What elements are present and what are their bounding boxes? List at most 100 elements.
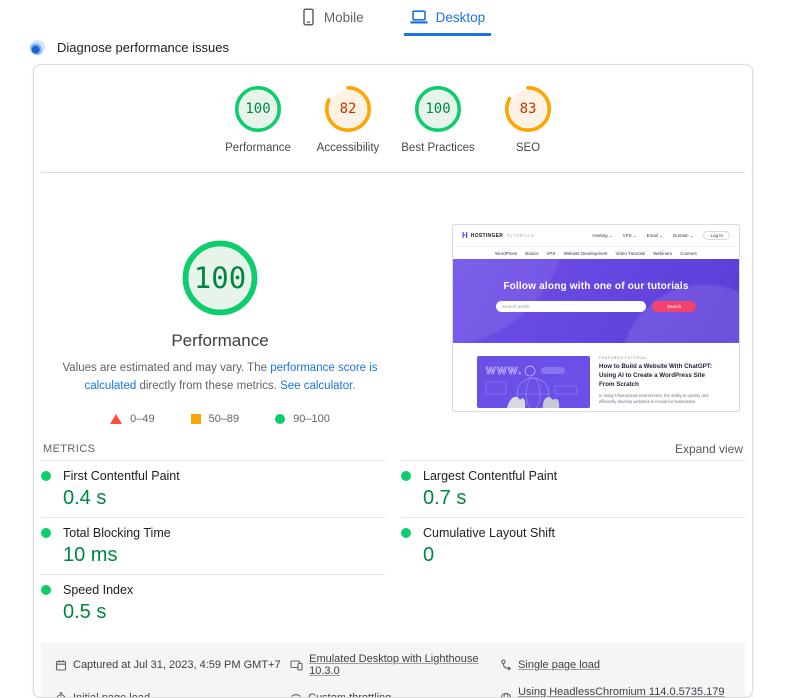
thumb-article-excerpt: In today's fast-paced environment, the a… <box>599 393 717 406</box>
score-best-practices[interactable]: 100 Best Practices <box>393 85 483 154</box>
performance-gauge: 100 <box>234 85 282 133</box>
metric-tbt-value: 10 ms <box>63 544 385 567</box>
metric-fcp-name: First Contentful Paint <box>63 469 180 483</box>
accessibility-gauge: 82 <box>324 85 372 133</box>
desc-text-2: directly from these metrics. <box>136 380 280 392</box>
summary-title: Performance <box>171 331 268 351</box>
accessibility-score-value: 82 <box>324 85 372 133</box>
thumb-subnav-item: Basics <box>525 251 538 256</box>
score-legend: 0–49 50–89 90–100 <box>110 413 330 425</box>
metrics-right-column: Largest Contentful Paint 0.7 s Cumulativ… <box>401 460 745 631</box>
mobile-phone-icon <box>301 8 316 26</box>
metrics-section-title: METRICS <box>43 443 95 455</box>
emulation-info: Emulated Desktop with Lighthouse 10.3.0 <box>290 653 500 677</box>
thumb-hero-title: Follow along with one of our tutorials <box>453 281 739 292</box>
performance-score-label: Performance <box>225 142 291 154</box>
throttling-icon <box>290 692 302 698</box>
thumb-logo-text: HOSTINGER <box>471 233 503 239</box>
best-practices-gauge: 100 <box>414 85 462 133</box>
emulation-text[interactable]: Emulated Desktop with Lighthouse 10.3.0 <box>309 653 500 677</box>
diagnose-toggle-label: Diagnose performance issues <box>57 40 229 55</box>
thumb-logo-sub: TUTORIALS <box>506 233 534 238</box>
lighthouse-report-card: 100 Performance 82 Accessibility 100 <box>33 64 753 698</box>
fail-range: 0–49 <box>130 413 154 425</box>
thumb-subnav-item: Courses <box>680 251 697 256</box>
initial-load-info: Initial page load <box>55 686 290 698</box>
metric-si-name: Speed Index <box>63 583 133 597</box>
final-screenshot-thumbnail[interactable]: H HOSTINGER TUTORIALS Hosting ⌄ VPS ⌄ Em… <box>452 224 740 412</box>
seo-gauge: 83 <box>504 85 552 133</box>
legend-average: 50–89 <box>191 413 240 425</box>
thumb-featured-label: FEATURED TUTORIAL <box>599 356 717 360</box>
thumb-nav-vps: VPS ⌄ <box>623 233 637 239</box>
pass-dot-icon <box>401 528 411 538</box>
thumb-subnav: WordPress Basics VPS Website Development… <box>453 246 739 259</box>
main-performance-gauge: 100 <box>181 239 259 317</box>
tab-mobile-label: Mobile <box>324 10 364 25</box>
accessibility-score-label: Accessibility <box>317 142 380 154</box>
metric-cls-value: 0 <box>423 544 745 567</box>
average-square-icon <box>191 414 201 424</box>
emulation-icon <box>290 659 303 671</box>
pass-dot-icon <box>41 471 51 481</box>
tab-mobile[interactable]: Mobile <box>295 5 370 36</box>
globe-icon <box>500 692 512 698</box>
metric-cls-name: Cumulative Layout Shift <box>423 526 555 540</box>
thumb-logo-icon: H <box>462 231 468 240</box>
performance-summary: 100 Performance Values are estimated and… <box>34 173 752 425</box>
thumb-subnav-item: WordPress <box>495 251 517 256</box>
initial-load-text: Initial page load <box>73 692 150 698</box>
summary-description: Values are estimated and may vary. The p… <box>62 360 378 396</box>
tab-desktop[interactable]: Desktop <box>404 5 492 36</box>
thumb-login-button: Log In <box>703 231 730 240</box>
device-tabs: Mobile Desktop <box>0 0 786 36</box>
expand-view-button[interactable]: Expand view <box>675 442 743 456</box>
thumb-subnav-item: VPS <box>547 251 556 256</box>
average-range: 50–89 <box>209 413 240 425</box>
legend-pass: 90–100 <box>275 413 330 425</box>
metric-lcp-value: 0.7 s <box>423 487 745 510</box>
chromium-text[interactable]: Using HeadlessChromium 114.0.5735.179 wi… <box>518 686 731 698</box>
metric-lcp: Largest Contentful Paint 0.7 s <box>401 460 745 517</box>
thumb-nav-domain: Domain ⌄ <box>673 233 694 239</box>
best-practices-score-label: Best Practices <box>401 142 475 154</box>
thumb-subnav-item: Website Development <box>564 251 608 256</box>
thumb-subnav-item: Video Tutorials <box>616 251 646 256</box>
thumb-featured-section: WWW. FEATURED TUTORIAL How to Build a We… <box>453 343 739 408</box>
radar-icon <box>30 40 45 55</box>
score-seo[interactable]: 83 SEO <box>483 85 573 154</box>
seo-score-label: SEO <box>516 142 540 154</box>
page-load-text[interactable]: Single page load <box>518 659 600 671</box>
seo-score-value: 83 <box>504 85 552 133</box>
metrics-left-column: First Contentful Paint 0.4 s Total Block… <box>41 460 385 631</box>
pass-range: 90–100 <box>293 413 330 425</box>
metric-si-value: 0.5 s <box>63 601 385 624</box>
runtime-settings-bar: Captured at Jul 31, 2023, 4:59 PM GMT+7 … <box>41 643 745 698</box>
best-practices-score-value: 100 <box>414 85 462 133</box>
thumb-search-button: Search <box>652 301 696 312</box>
metric-lcp-name: Largest Contentful Paint <box>423 469 557 483</box>
score-performance[interactable]: 100 Performance <box>213 85 303 154</box>
thumb-subnav-item: Webinars <box>653 251 672 256</box>
thumb-article-image: WWW. <box>477 356 590 408</box>
fork-icon <box>500 659 512 671</box>
see-calculator-link[interactable]: See calculator. <box>280 380 355 392</box>
thumb-nav-email: Email ⌄ <box>647 233 663 239</box>
metrics-section: METRICS Expand view First Contentful Pai… <box>34 438 752 631</box>
legend-fail: 0–49 <box>110 413 154 425</box>
score-accessibility[interactable]: 82 Accessibility <box>303 85 393 154</box>
summary-left: 100 Performance Values are estimated and… <box>44 173 396 425</box>
metric-si: Speed Index 0.5 s <box>41 574 385 631</box>
throttling-text[interactable]: Custom throttling <box>308 692 391 698</box>
diagnose-toggle[interactable]: Diagnose performance issues <box>30 37 786 57</box>
thumb-search-input: Search article <box>496 301 646 312</box>
pass-dot-icon <box>41 585 51 595</box>
metric-tbt-name: Total Blocking Time <box>63 526 171 540</box>
thumb-hero: Follow along with one of our tutorials S… <box>453 259 739 343</box>
tab-desktop-label: Desktop <box>436 10 486 25</box>
pass-circle-icon <box>275 414 285 424</box>
category-scores-row: 100 Performance 82 Accessibility 100 <box>34 65 752 154</box>
metric-cls: Cumulative Layout Shift 0 <box>401 517 745 574</box>
stopwatch-icon <box>55 692 67 698</box>
throttling-info: Custom throttling <box>290 686 500 698</box>
